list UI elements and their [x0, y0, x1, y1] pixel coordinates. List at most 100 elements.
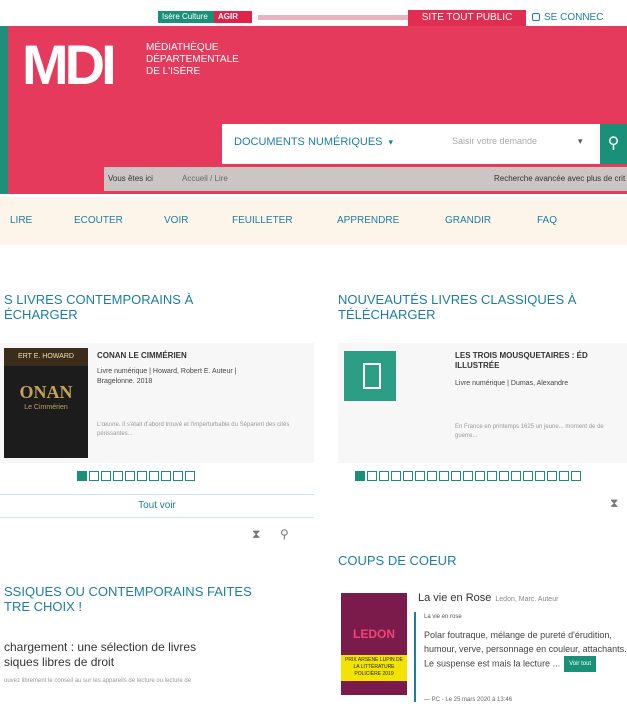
site-name-line-1: MÉDIATHÈQUE: [146, 42, 219, 53]
carousel-dot[interactable]: [487, 471, 497, 481]
ebook-icon: [344, 351, 396, 401]
hourglass-icon[interactable]: ⧗: [610, 496, 618, 511]
section-title-coups-de-coeur: COUPS DE COEUR: [338, 553, 457, 568]
carousel-dot[interactable]: [101, 471, 111, 481]
site-name-line-3: DE L'ISÈRE: [146, 66, 201, 77]
carousel-dot[interactable]: [77, 471, 87, 481]
carousel-dot[interactable]: [391, 471, 401, 481]
hourglass-icon[interactable]: ⧗: [252, 527, 260, 542]
review-body: Polar foutraque, mélange de pureté d'éru…: [424, 630, 627, 669]
carousel-dot[interactable]: [137, 471, 147, 481]
carousel-dot[interactable]: [475, 471, 485, 481]
advanced-search-link[interactable]: Recherche avancée avec plus de crit: [494, 167, 625, 191]
carousel-dot[interactable]: [463, 471, 473, 481]
search-scope-label: DOCUMENTS NUMÉRIQUES: [234, 136, 383, 148]
carousel-dot[interactable]: [547, 471, 557, 481]
carousel-dot[interactable]: [439, 471, 449, 481]
nav-item-faq[interactable]: FAQ: [537, 215, 557, 226]
nav-item-lire[interactable]: LIRE: [10, 215, 32, 226]
breadcrumb: Vous êtes ici Accueil / Lire Recherche a…: [104, 167, 627, 191]
agir-link[interactable]: AGIR: [214, 11, 252, 23]
carousel-pagination: [77, 471, 197, 483]
carousel-dot[interactable]: [571, 471, 581, 481]
carousel-dot[interactable]: [355, 471, 365, 481]
carousel-dot[interactable]: [403, 471, 413, 481]
nav-item-ecouter[interactable]: ECOUTER: [74, 215, 123, 226]
section-title-line-2: ÉCHARGER: [4, 307, 78, 322]
carousel-dot[interactable]: [559, 471, 569, 481]
book-title[interactable]: LES TROIS MOUSQUETAIRES : ÉD ILLUSTRÉE: [455, 351, 627, 371]
book-description: En France en printemps 1625 un jeune... …: [455, 424, 604, 439]
header-accent-strip: [0, 26, 8, 194]
book-meta-line-2: Bragelonne. 2018: [97, 378, 153, 385]
review-book-title: La vie en Rose: [418, 592, 492, 604]
read-more-button[interactable]: Voir tout: [564, 656, 597, 672]
site-name: MÉDIATHÈQUE DÉPARTEMENTALE DE L'ISÈRE: [146, 42, 286, 78]
carousel-dot[interactable]: [451, 471, 461, 481]
review-footer: — PC - Le 25 mars 2020 à 13:46: [424, 697, 513, 703]
share-icon[interactable]: ⚲: [280, 527, 289, 541]
search-scope-dropdown[interactable]: DOCUMENTS NUMÉRIQUES ▾: [234, 136, 393, 148]
carousel-dot[interactable]: [511, 471, 521, 481]
review-divider: [414, 612, 416, 702]
section-title-line-1: SSIQUES OU CONTEMPORAINS FAITES: [4, 584, 252, 599]
carousel-dot[interactable]: [415, 471, 425, 481]
carousel-dot[interactable]: [379, 471, 389, 481]
breadcrumb-label: Vous êtes ici: [108, 174, 153, 183]
cover-award-band: PRIX ARSENE LUPIN DE LA LITTÉRATURE POLI…: [341, 655, 407, 681]
article-title[interactable]: chargement : une sélection de livres siq…: [4, 640, 304, 670]
blurred-link[interactable]: [258, 15, 408, 20]
search-bar: DOCUMENTS NUMÉRIQUES ▾ Saisir votre deman…: [222, 124, 600, 164]
cover-title: LEDON: [353, 627, 395, 641]
search-button[interactable]: ⚲: [600, 124, 627, 164]
site-name-line-2: DÉPARTEMENTALE: [146, 54, 239, 65]
book-description: L'œuvre. Il s'était d'abord trouvé et l'…: [97, 422, 290, 437]
chevron-down-icon: ▾: [388, 137, 394, 147]
carousel-dot[interactable]: [113, 471, 123, 481]
lock-icon: [532, 13, 540, 22]
article-title-line-2: siques libres de droit: [4, 655, 115, 669]
carousel-dot[interactable]: [161, 471, 171, 481]
isere-culture-link[interactable]: Isère Culture: [158, 11, 214, 23]
carousel-dot[interactable]: [89, 471, 99, 481]
carousel-dot[interactable]: [427, 471, 437, 481]
carousel-dot[interactable]: [173, 471, 183, 481]
carousel-dot[interactable]: [185, 471, 195, 481]
see-all-link[interactable]: Tout voir: [0, 494, 314, 518]
nav-item-apprendre[interactable]: APPRENDRE: [337, 215, 399, 226]
article-summary: ouvez librement le conseil au sur les ap…: [4, 678, 192, 684]
review-title[interactable]: La vie en Rose Ledon, Marc. Auteur: [418, 592, 558, 604]
carousel-dot[interactable]: [523, 471, 533, 481]
book-title-line-1: LES TROIS MOUSQUETAIRES : ÉD: [455, 351, 588, 360]
book-meta: Livre numérique | Dumas, Alexandre: [455, 380, 569, 387]
cover-title: ONAN: [19, 382, 73, 402]
carousel-dot[interactable]: [149, 471, 159, 481]
chevron-down-icon[interactable]: ▾: [578, 136, 583, 147]
carousel-pagination: [355, 471, 583, 483]
carousel-card[interactable]: LES TROIS MOUSQUETAIRES : ÉD ILLUSTRÉE L…: [338, 343, 627, 463]
login-link[interactable]: SE CONNEC: [532, 10, 603, 26]
nav-item-grandir[interactable]: GRANDIR: [445, 215, 491, 226]
book-meta-line-1: Livre numérique | Howard, Robert E. Aute…: [97, 368, 237, 375]
nav-item-voir[interactable]: VOIR: [164, 215, 188, 226]
book-cover[interactable]: LEDON PRIX ARSENE LUPIN DE LA LITTÉRATUR…: [341, 593, 407, 695]
cover-author: ERT E. HOWARD: [4, 348, 88, 366]
review-subtitle: La vie en rose: [424, 614, 462, 620]
section-title-line-2: TÉLÉCHARGER: [338, 307, 436, 322]
carousel-dot[interactable]: [535, 471, 545, 481]
breadcrumb-path[interactable]: Accueil / Lire: [182, 167, 228, 191]
site-public-link[interactable]: SITE TOUT PUBLIC: [408, 10, 526, 26]
book-cover[interactable]: ERT E. HOWARD ONAN Le Cimmérien: [4, 348, 88, 458]
carousel-card[interactable]: ERT E. HOWARD ONAN Le Cimmérien CONAN LE…: [0, 343, 314, 463]
nav-item-feuilleter[interactable]: FEUILLETER: [232, 215, 293, 226]
review-author: Ledon, Marc. Auteur: [495, 596, 559, 603]
search-icon: ⚲: [607, 135, 620, 152]
search-input[interactable]: Saisir votre demande: [452, 136, 537, 146]
carousel-dot[interactable]: [499, 471, 509, 481]
carousel-dot[interactable]: [367, 471, 377, 481]
carousel-dot[interactable]: [125, 471, 135, 481]
utility-bar: Isère Culture AGIR SITE TOUT PUBLIC SE C…: [0, 0, 627, 26]
book-title[interactable]: CONAN LE CIMMÉRIEN: [97, 351, 187, 361]
site-logo[interactable]: MDI: [22, 37, 117, 93]
section-title-classiques: NOUVEAUTÉS LIVRES CLASSIQUES À TÉLÉCHARG…: [338, 292, 576, 322]
